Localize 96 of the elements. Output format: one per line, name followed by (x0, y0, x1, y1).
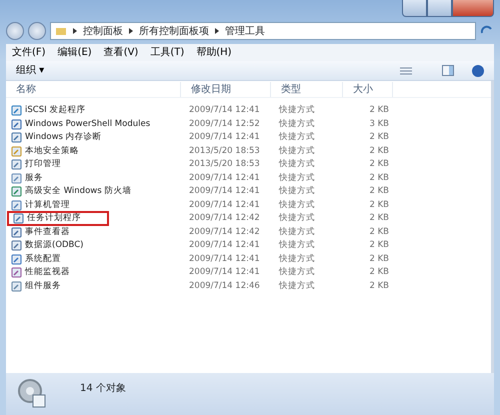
table-cell-text: 快捷方式 (278, 118, 316, 131)
table-cell-text: 快捷方式 (278, 172, 316, 185)
file-name[interactable]: 数据源(ODBC) (6, 239, 181, 252)
table-cell-text: 2 KB (368, 158, 390, 172)
shortcut-icon (11, 132, 22, 144)
column-header[interactable]: 名称 (6, 82, 181, 96)
shortcut-icon (11, 172, 22, 184)
table-cell-text: 2 KB (368, 104, 390, 118)
shortcut-icon (11, 118, 22, 130)
shortcut-icon (11, 267, 22, 278)
table-cell-text: 快捷方式 (278, 280, 316, 293)
column-header[interactable]: 修改日期 (181, 82, 271, 96)
breadcrumb-item[interactable]: 控制面板 (83, 24, 123, 38)
table-cell-text: 2 KB (368, 239, 390, 252)
menu-item[interactable]: 帮助(H) (196, 45, 232, 60)
organize-button[interactable]: 组织 ▾ (16, 63, 44, 78)
table-cell-text: 快捷方式 (278, 252, 316, 266)
forward-button[interactable] (28, 22, 46, 40)
shortcut-icon (11, 280, 22, 292)
table-cell-text: 2009/7/14 12:41 (188, 198, 261, 212)
menu-item[interactable]: 工具(T) (150, 45, 184, 60)
table-cell-text: 快捷方式 (278, 266, 316, 280)
close-button[interactable] (452, 0, 494, 17)
file-name[interactable]: 系统配置 (6, 252, 181, 266)
shortcut-icon (11, 226, 22, 238)
file-name[interactable]: 高级安全 Windows 防火墙 (6, 185, 181, 198)
table-cell-text: 2 KB (368, 172, 390, 185)
table-cell-text: 快捷方式 (278, 198, 316, 212)
file-name[interactable]: Windows 内存诊断 (6, 131, 181, 144)
table-cell-text: 2009/7/14 12:41 (188, 131, 261, 144)
menu-item[interactable]: 查看(V) (104, 45, 138, 60)
table-cell-text: 快捷方式 (278, 185, 316, 198)
table-cell-text: 2 KB (368, 266, 390, 280)
file-name[interactable]: 事件查看器 (6, 226, 181, 239)
chevron-icon (72, 27, 78, 35)
column-header[interactable]: 大小 (343, 82, 393, 96)
table-cell-text: 快捷方式 (278, 239, 316, 252)
table-cell-text: 2013/5/20 18:53 (188, 144, 261, 158)
chevron-icon (128, 27, 134, 35)
shortcut-icon (11, 200, 22, 211)
menu-item[interactable]: 文件(F) (12, 45, 46, 60)
table-cell-text: 2009/7/14 12:41 (188, 185, 261, 198)
table-cell-text: 2009/7/14 12:41 (188, 252, 261, 266)
table-cell-text: 2 KB (368, 198, 390, 212)
table-cell-text: 2009/7/14 12:41 (188, 266, 261, 280)
table-cell-text: 2009/7/14 12:41 (188, 239, 261, 252)
view-icon (400, 66, 412, 76)
menu-item[interactable]: 编辑(E) (58, 45, 92, 60)
back-button[interactable] (6, 22, 24, 40)
shortcut-icon (11, 105, 22, 116)
chevron-icon (214, 27, 220, 35)
table-cell-text: 2009/7/14 12:42 (188, 226, 261, 239)
table-cell-text: 2009/7/14 12:42 (188, 212, 261, 226)
table-cell-text: 2009/7/14 12:41 (188, 104, 261, 118)
shortcut-icon (11, 254, 22, 265)
file-name[interactable]: 本地安全策略 (6, 144, 181, 158)
preview-pane-icon (442, 65, 454, 76)
table-cell-text: 2009/7/14 12:41 (188, 172, 261, 185)
table-cell-text: 快捷方式 (278, 158, 316, 172)
item-count: 14 个对象 (80, 382, 126, 396)
file-name[interactable]: 服务 (6, 172, 181, 185)
file-name[interactable]: 打印管理 (6, 158, 181, 172)
table-cell-text: 2013/5/20 18:53 (188, 158, 261, 172)
shortcut-icon (11, 240, 22, 252)
shortcut-icon (11, 146, 22, 157)
table-cell-text: 2 KB (368, 226, 390, 239)
folder-icon (55, 25, 67, 37)
table-cell-text: 2 KB (368, 280, 390, 293)
breadcrumb-item[interactable]: 所有控制面板项 (139, 24, 209, 38)
minimize-button[interactable] (402, 0, 427, 17)
address-bar[interactable]: 控制面板 所有控制面板项 管理工具 (50, 22, 476, 40)
table-cell-text: 3 KB (368, 118, 390, 131)
file-name[interactable]: 任务计划程序 (8, 212, 108, 226)
table-cell-text: 2 KB (368, 252, 390, 266)
table-cell-text: 2 KB (368, 185, 390, 198)
file-name[interactable]: iSCSI 发起程序 (6, 104, 181, 118)
shortcut-icon (13, 213, 24, 224)
table-cell-text: 2 KB (368, 212, 390, 226)
file-name[interactable]: 组件服务 (6, 280, 181, 293)
table-cell-text: 2009/7/14 12:46 (188, 280, 261, 293)
breadcrumb-item[interactable]: 管理工具 (225, 24, 265, 38)
table-cell-text: 快捷方式 (278, 226, 316, 239)
table-cell-text: 快捷方式 (278, 144, 316, 158)
table-cell-text: 快捷方式 (278, 131, 316, 144)
shortcut-icon (11, 159, 22, 170)
maximize-button[interactable] (427, 0, 452, 17)
file-name[interactable]: Windows PowerShell Modules (6, 118, 181, 131)
table-cell-text: 2 KB (368, 144, 390, 158)
column-header[interactable]: 类型 (271, 82, 343, 96)
file-name[interactable]: 性能监视器 (6, 266, 181, 280)
table-cell-text: 2 KB (368, 131, 390, 144)
table-cell-text: 快捷方式 (278, 104, 316, 118)
shortcut-icon (11, 186, 22, 198)
file-name[interactable]: 计算机管理 (6, 198, 181, 212)
table-cell-text: 快捷方式 (278, 212, 316, 226)
table-cell-text: 2009/7/14 12:52 (188, 118, 261, 131)
